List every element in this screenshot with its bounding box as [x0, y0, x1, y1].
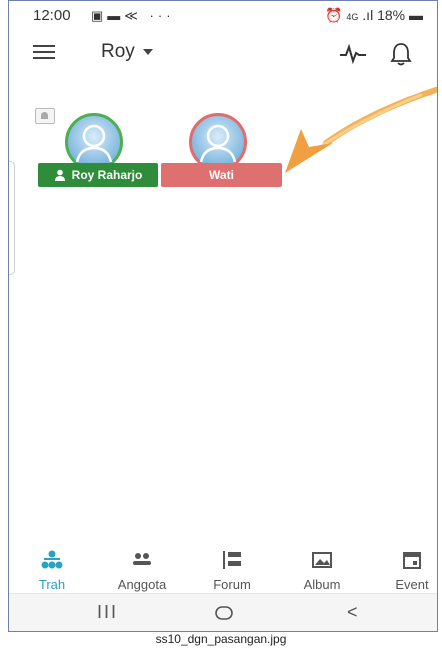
menu-icon[interactable] — [33, 45, 55, 65]
notification-icons: ▣▬≪ ··· — [91, 8, 175, 24]
person-silhouette-icon — [75, 124, 113, 163]
home-button[interactable] — [214, 605, 234, 621]
nav-album[interactable]: Album — [289, 550, 355, 592]
signal-icon: .ıl — [362, 7, 374, 23]
user-icon — [54, 169, 65, 181]
side-drawer-handle[interactable] — [9, 161, 15, 275]
status-time: 12:00 — [33, 7, 71, 24]
member-name: Roy Raharjo — [71, 168, 143, 182]
back-button[interactable]: < — [347, 602, 358, 623]
status-bar: 12:00 ▣▬≪ ··· ⏰ 4G .ıl 18% ▬ — [9, 1, 437, 33]
caret-down-icon — [142, 48, 153, 55]
member-badge-roy[interactable]: Roy Raharjo — [38, 163, 158, 187]
nav-label: Anggota — [117, 577, 167, 592]
user-dropdown-label: Roy — [101, 41, 135, 62]
album-icon — [312, 552, 332, 568]
user-dropdown[interactable]: Roy — [101, 41, 153, 63]
forum-icon — [223, 551, 241, 569]
signal-alt-icon: ≪ — [124, 8, 142, 23]
bell-icon[interactable] — [389, 41, 413, 67]
nav-event[interactable]: Event — [379, 550, 437, 592]
activity-pulse-icon[interactable] — [339, 43, 367, 65]
alarm-icon: ⏰ — [325, 7, 343, 23]
image-caption: ss10_dgn_pasangan.jpg — [155, 632, 287, 646]
battery-icon: ▬ — [409, 7, 423, 23]
member-badge-wati[interactable]: Wati — [161, 163, 282, 187]
nav-label: Event — [395, 577, 429, 592]
system-navigation-bar: III < — [9, 593, 437, 631]
family-tree-icon — [41, 550, 63, 569]
nav-label: Album — [303, 577, 341, 592]
person-silhouette-icon — [199, 124, 237, 163]
nav-trah[interactable]: Trah — [19, 550, 85, 592]
tree-view-icon[interactable] — [35, 108, 55, 124]
video-icon: ▬ — [107, 8, 125, 23]
member-name: Wati — [209, 168, 234, 182]
network-label: 4G — [346, 12, 359, 22]
pointer-arrow-annotation — [285, 86, 437, 173]
more-dots: ··· — [149, 8, 175, 23]
calendar-icon — [403, 552, 421, 569]
status-right: ⏰ 4G .ıl 18% ▬ — [325, 7, 423, 24]
battery-label: 18% — [377, 7, 406, 23]
bottom-navigation: Trah Anggota Forum Album Event — [9, 546, 437, 593]
nav-label: Trah — [38, 577, 66, 592]
nav-label: Forum — [213, 577, 251, 592]
family-tree-canvas[interactable]: Roy Raharjo Wati — [9, 81, 437, 536]
recent-apps-button[interactable]: III — [97, 602, 118, 623]
nav-anggota[interactable]: Anggota — [109, 550, 175, 592]
phone-screen: 12:00 ▣▬≪ ··· ⏰ 4G .ıl 18% ▬ Roy Roy Rah… — [8, 0, 438, 632]
app-bar: Roy — [9, 33, 437, 77]
gallery-icon: ▣ — [91, 8, 108, 23]
people-icon — [133, 553, 151, 565]
nav-forum[interactable]: Forum — [199, 550, 265, 592]
